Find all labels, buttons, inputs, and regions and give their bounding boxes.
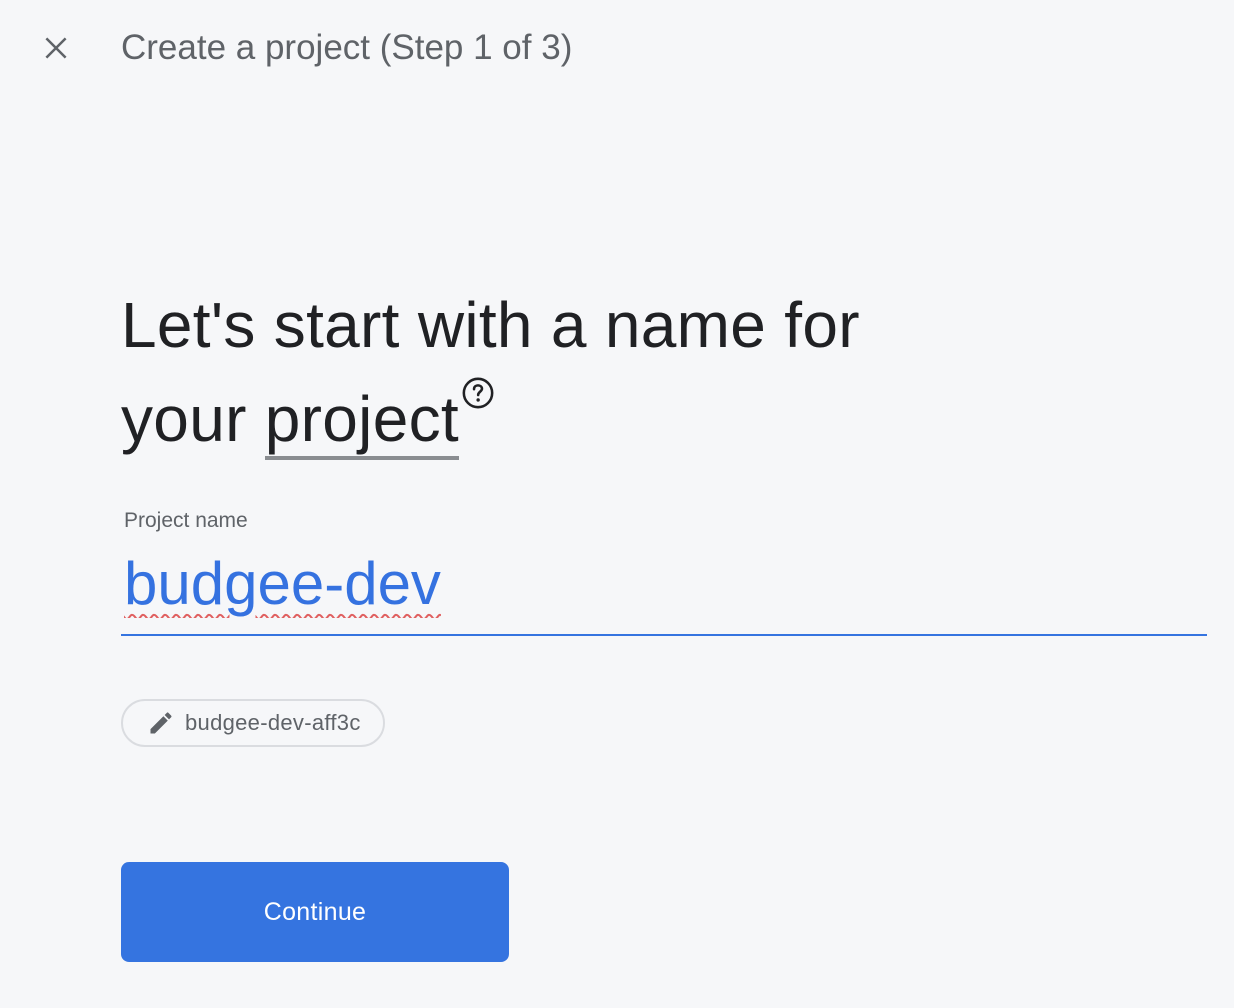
close-icon [45, 37, 67, 59]
help-circle-icon[interactable] [461, 376, 495, 410]
project-name-field [121, 540, 1210, 636]
heading-line-1: Let's start with a name for [121, 289, 860, 361]
step-title: Create a project (Step 1 of 3) [121, 28, 573, 67]
project-term-text: project [264, 383, 459, 455]
project-term-link[interactable]: project [264, 372, 459, 466]
project-id-text: budgee-dev-aff3c [185, 710, 361, 735]
project-name-label: Project name [124, 509, 248, 532]
project-name-input[interactable] [121, 540, 1210, 626]
heading-line-2: your project [121, 372, 1021, 466]
pencil-icon [147, 709, 175, 737]
top-bar: Create a project (Step 1 of 3) [0, 0, 1234, 96]
heading-prefix: your [121, 383, 265, 455]
term-underline [264, 456, 459, 460]
project-id-chip[interactable]: budgee-dev-aff3c [121, 699, 385, 747]
close-button[interactable] [28, 20, 84, 76]
page-heading: Let's start with a name for your project [121, 278, 1021, 466]
continue-button[interactable]: Continue [121, 862, 509, 962]
